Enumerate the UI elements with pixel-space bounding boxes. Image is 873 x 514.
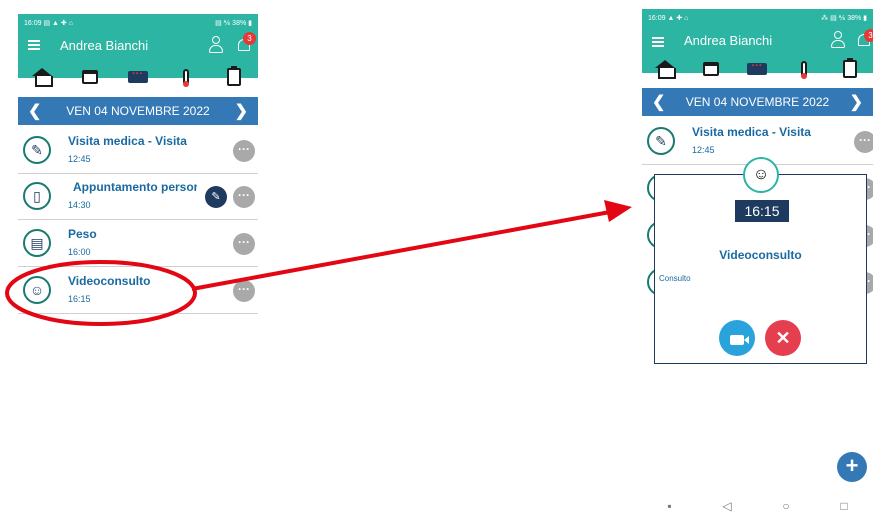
- dialog-time: 16:15: [735, 200, 789, 222]
- tab-calendar[interactable]: [76, 65, 104, 91]
- home-circle-icon[interactable]: ○: [782, 499, 789, 513]
- date-label: VEN 04 NOVEMBRE 2022: [685, 95, 830, 109]
- item-time: 16:00: [68, 247, 91, 257]
- status-bar: 16:09 ▲ ✚ ⌂ ⁂ ▤ ⅍ 38% ▮: [642, 9, 873, 27]
- item-title: Videoconsulto: [68, 274, 151, 288]
- edit-button[interactable]: ✎: [205, 186, 227, 208]
- home-icon: [32, 68, 53, 87]
- menu-icon[interactable]: [28, 40, 40, 52]
- next-day-button[interactable]: ❯: [850, 92, 863, 112]
- item-time: 14:30: [68, 200, 91, 210]
- status-right: ▤ ⅍ 38% ▮: [215, 20, 252, 27]
- pen-icon: ✎: [23, 136, 51, 164]
- phone-icon: ▯: [23, 182, 51, 210]
- next-day-button[interactable]: ❯: [235, 101, 248, 121]
- arrowhead: [604, 200, 632, 222]
- thermometer-icon: [183, 69, 189, 87]
- nav-dot-icon: ▪: [667, 498, 672, 513]
- status-time: 16:09: [24, 20, 42, 27]
- start-video-button[interactable]: [719, 320, 755, 356]
- video-camera-icon: [730, 335, 744, 345]
- tab-messages[interactable]: [124, 65, 152, 89]
- item-time: 12:45: [68, 154, 91, 164]
- home-icon: [655, 60, 677, 79]
- clipboard-icon: [227, 66, 241, 86]
- item-time: 12:45: [692, 145, 715, 155]
- recents-icon[interactable]: □: [840, 499, 847, 513]
- status-bar: 16:09 ▤ ▲ ✚ ⌂ ▤ ⅍ 38% ▮: [18, 14, 258, 32]
- tab-calendar[interactable]: [697, 57, 726, 83]
- tab-documents[interactable]: [836, 57, 864, 81]
- left-phone-screen: 16:09 ▤ ▲ ✚ ⌂ ▤ ⅍ 38% ▮ Andrea Bianchi 3…: [18, 14, 258, 320]
- status-time: 16:09: [648, 15, 666, 22]
- tab-documents[interactable]: [220, 65, 248, 89]
- item-title: Visita medica - Visita: [68, 134, 187, 148]
- tab-measurements[interactable]: [790, 57, 818, 81]
- list-item[interactable]: ✎ Visita medica - Visita 12:45 ···: [18, 128, 258, 174]
- tab-measurements[interactable]: [172, 65, 200, 89]
- more-button[interactable]: ···: [233, 233, 255, 255]
- status-icons: ▤ ▲ ✚ ⌂: [43, 20, 73, 27]
- more-button[interactable]: ···: [233, 140, 255, 162]
- android-nav-bar: ▪ ◁ ○ □: [642, 497, 873, 514]
- clipboard-icon: [842, 58, 857, 78]
- tab-bar: [642, 56, 873, 83]
- list-item[interactable]: ▤ Peso 16:00 ···: [18, 221, 258, 267]
- user-profile-icon[interactable]: [830, 31, 846, 49]
- item-time: 16:15: [68, 294, 91, 304]
- user-name: Andrea Bianchi: [684, 33, 773, 48]
- doctor-avatar-icon: ☺: [743, 157, 779, 193]
- notification-badge: 3: [864, 29, 873, 42]
- tab-home[interactable]: [28, 65, 56, 89]
- calendar-icon: ▤: [23, 229, 51, 257]
- prev-day-button[interactable]: ❮: [28, 101, 41, 121]
- dialog-description: Consulto: [659, 274, 691, 283]
- add-appointment-button[interactable]: +: [837, 452, 867, 482]
- pen-icon: ✎: [647, 127, 675, 155]
- user-profile-icon[interactable]: [208, 36, 224, 54]
- date-bar: ❮ VEN 04 NOVEMBRE 2022 ❯: [18, 97, 258, 125]
- date-bar: ❮ VEN 04 NOVEMBRE 2022 ❯: [642, 88, 873, 116]
- doctor-icon: ☺: [23, 276, 51, 304]
- appointment-dialog: ☺ 16:15 Videoconsulto Consulto ✕: [654, 157, 867, 364]
- list-item[interactable]: ▯ Appuntamento persor 14:30 ✎ ···: [18, 174, 258, 220]
- more-button[interactable]: ···: [233, 280, 255, 302]
- item-title: Appuntamento persor: [73, 180, 197, 194]
- menu-icon[interactable]: [652, 37, 664, 49]
- calendar-icon: [703, 62, 720, 76]
- item-title: Peso: [68, 227, 97, 241]
- tab-home[interactable]: [651, 57, 679, 81]
- user-name: Andrea Bianchi: [60, 38, 149, 53]
- back-icon[interactable]: ◁: [722, 499, 731, 513]
- list-item[interactable]: ☺ Videoconsulto 16:15 ···: [18, 268, 258, 314]
- thermometer-icon: [800, 61, 807, 79]
- calendar-icon: [82, 70, 98, 84]
- item-title: Visita medica - Visita: [692, 125, 811, 139]
- tab-messages[interactable]: [743, 57, 771, 81]
- notification-badge: 3: [243, 32, 256, 45]
- status-right: ⁂ ▤ ⅍ 38% ▮: [821, 15, 867, 22]
- date-label: VEN 04 NOVEMBRE 2022: [66, 104, 210, 118]
- chat-icon: [747, 60, 768, 75]
- right-phone-screen: 16:09 ▲ ✚ ⌂ ⁂ ▤ ⅍ 38% ▮ Andrea Bianchi 3…: [642, 9, 873, 514]
- tab-bar: [18, 64, 258, 91]
- dialog-title: Videoconsulto: [719, 248, 802, 262]
- more-button[interactable]: ···: [233, 186, 255, 208]
- chat-icon: [128, 68, 148, 83]
- close-dialog-button[interactable]: ✕: [765, 320, 801, 356]
- prev-day-button[interactable]: ❮: [652, 92, 665, 112]
- status-icons: ▲ ✚ ⌂: [667, 15, 689, 22]
- more-button[interactable]: ···: [854, 131, 873, 153]
